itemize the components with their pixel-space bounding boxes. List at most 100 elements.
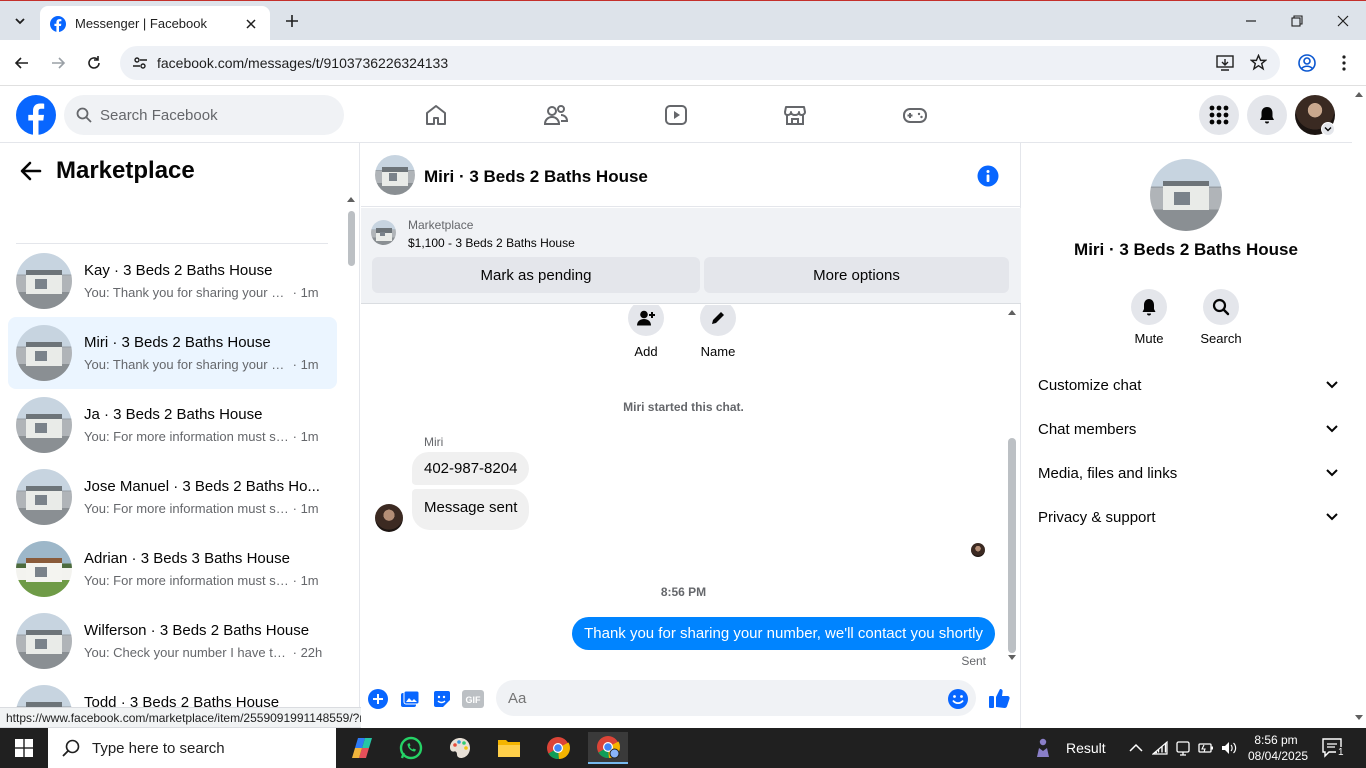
conversation-thumbnail bbox=[16, 541, 72, 597]
scroll-up-arrow-icon[interactable] bbox=[1355, 91, 1363, 97]
attach-photo-button[interactable] bbox=[399, 688, 421, 710]
chat-avatar[interactable] bbox=[375, 155, 415, 195]
forward-button[interactable] bbox=[44, 49, 72, 77]
more-actions-button[interactable] bbox=[367, 688, 389, 710]
thumbs-up-icon[interactable] bbox=[988, 686, 1010, 710]
bell-icon bbox=[1142, 299, 1156, 316]
customize-chat-row[interactable]: Customize chat bbox=[1038, 363, 1338, 407]
arrow-left-icon bbox=[14, 57, 28, 69]
message-scrollbar[interactable] bbox=[1006, 305, 1018, 675]
listing-thumbnail[interactable] bbox=[371, 220, 396, 245]
nav-watch[interactable] bbox=[661, 100, 691, 130]
nav-home[interactable] bbox=[421, 100, 451, 130]
scrollbar-thumb[interactable] bbox=[348, 211, 355, 266]
vpn-icon[interactable] bbox=[1175, 740, 1191, 756]
nav-gaming[interactable] bbox=[900, 100, 930, 130]
chevron-up-icon[interactable] bbox=[1128, 740, 1144, 756]
incoming-message[interactable]: 402-987-8204 bbox=[412, 452, 530, 485]
conversation-item-active[interactable]: Miri · 3 Beds 2 Baths House You: Thank y… bbox=[8, 317, 337, 389]
conversation-item[interactable]: Adrian · 3 Beds 3 Baths House You: For m… bbox=[8, 533, 337, 605]
conversation-preview: You: Thank you for sharing your n... · 1… bbox=[84, 357, 319, 372]
taskbar-clock[interactable]: 8:56 pm 08/04/2025 bbox=[1248, 732, 1308, 764]
whatsapp-app[interactable] bbox=[391, 732, 431, 764]
chat-members-row[interactable]: Chat members bbox=[1038, 407, 1338, 451]
mute-action[interactable]: Mute bbox=[1119, 289, 1179, 346]
facebook-search-input[interactable]: Search Facebook bbox=[64, 95, 344, 135]
notification-center-button[interactable]: 1 bbox=[1322, 738, 1346, 758]
listing-title[interactable]: $1,100 - 3 Beds 2 Baths House bbox=[408, 236, 575, 250]
restore-button[interactable] bbox=[1274, 1, 1320, 41]
chat-info-avatar[interactable] bbox=[1150, 159, 1222, 231]
account-caret-icon[interactable] bbox=[1321, 122, 1335, 136]
battery-icon[interactable] bbox=[1198, 740, 1214, 756]
arrow-right-icon bbox=[52, 57, 66, 69]
browser-tab[interactable]: Messenger | Facebook bbox=[40, 6, 270, 41]
reload-button[interactable] bbox=[80, 49, 108, 77]
name-chat-action[interactable]: Name bbox=[688, 305, 748, 359]
conversation-item[interactable]: Kay · 3 Beds 2 Baths House You: Thank yo… bbox=[8, 245, 337, 317]
conversation-item[interactable]: Ja · 3 Beds 2 Baths House You: For more … bbox=[8, 389, 337, 461]
message-input[interactable] bbox=[496, 680, 976, 716]
site-settings-icon[interactable] bbox=[132, 55, 148, 71]
palette-icon bbox=[450, 738, 470, 758]
profile-button[interactable] bbox=[1293, 49, 1321, 77]
start-button[interactable] bbox=[0, 728, 48, 768]
info-icon[interactable] bbox=[977, 165, 999, 187]
incoming-message[interactable]: Message sent bbox=[412, 489, 530, 530]
conversation-item[interactable]: Wilferson · 3 Beds 2 Baths House You: Ch… bbox=[8, 605, 337, 677]
more-options-button[interactable]: More options bbox=[704, 257, 1009, 293]
nav-friends[interactable] bbox=[541, 100, 571, 130]
install-app-icon[interactable] bbox=[1216, 55, 1234, 71]
taskbar-search-placeholder: Type here to search bbox=[92, 739, 225, 757]
back-arrow-icon[interactable] bbox=[20, 161, 42, 181]
folder-icon bbox=[498, 740, 520, 757]
browser-menu-button[interactable] bbox=[1330, 49, 1358, 77]
sticker-button[interactable] bbox=[431, 688, 453, 710]
back-button[interactable] bbox=[8, 49, 36, 77]
restore-icon bbox=[1291, 15, 1303, 27]
chrome-app[interactable] bbox=[538, 732, 578, 764]
new-tab-button[interactable] bbox=[280, 9, 304, 33]
scroll-down-arrow-icon[interactable] bbox=[1355, 715, 1363, 721]
conversation-thumbnail bbox=[16, 469, 72, 525]
chat-title[interactable]: Miri · 3 Beds 2 Baths House bbox=[424, 167, 648, 187]
address-bar[interactable]: facebook.com/messages/t/9103736226324133 bbox=[120, 46, 1280, 80]
file-explorer-app[interactable] bbox=[489, 732, 529, 764]
conversation-item[interactable]: Jose Manuel · 3 Beds 2 Baths Ho... You: … bbox=[8, 461, 337, 533]
conversation-preview: You: Check your number I have te... · 22… bbox=[84, 645, 322, 660]
minimize-button[interactable] bbox=[1228, 1, 1274, 41]
add-people-action[interactable]: Add bbox=[616, 305, 676, 359]
chrome-profile-app[interactable] bbox=[588, 732, 628, 764]
mark-as-pending-button[interactable]: Mark as pending bbox=[372, 257, 700, 293]
sender-name: Miri bbox=[424, 435, 444, 449]
volume-icon[interactable] bbox=[1221, 740, 1237, 756]
gif-button[interactable]: GIF bbox=[462, 688, 484, 710]
emoji-icon[interactable] bbox=[947, 688, 969, 710]
search-in-chat-action[interactable]: Search bbox=[1191, 289, 1251, 346]
notifications-button[interactable] bbox=[1247, 95, 1287, 135]
windows-logo-icon bbox=[15, 739, 33, 757]
sidebar-scrollbar[interactable] bbox=[347, 193, 355, 723]
tab-search-button[interactable] bbox=[6, 7, 34, 35]
page-scrollbar[interactable] bbox=[1352, 87, 1366, 728]
scrollbar-thumb[interactable] bbox=[1008, 438, 1016, 653]
sender-avatar[interactable] bbox=[375, 504, 403, 532]
menu-button[interactable] bbox=[1199, 95, 1239, 135]
wifi-icon[interactable] bbox=[1152, 740, 1168, 756]
bookmark-star-icon[interactable] bbox=[1250, 54, 1267, 71]
nav-marketplace[interactable] bbox=[780, 100, 810, 130]
scroll-up-arrow-icon[interactable] bbox=[347, 196, 355, 202]
close-tab-icon[interactable] bbox=[242, 15, 260, 33]
paint-app[interactable] bbox=[440, 732, 480, 764]
tray-result-widget[interactable]: Result bbox=[1034, 728, 1106, 768]
close-window-button[interactable] bbox=[1320, 1, 1366, 41]
scroll-up-arrow-icon[interactable] bbox=[1008, 309, 1016, 315]
scroll-down-arrow-icon[interactable] bbox=[1008, 655, 1016, 661]
media-files-links-row[interactable]: Media, files and links bbox=[1038, 451, 1338, 495]
name-label: Name bbox=[700, 344, 736, 359]
facebook-logo-icon[interactable] bbox=[16, 95, 56, 135]
taskbar-search[interactable]: Type here to search bbox=[48, 728, 336, 768]
privacy-support-row[interactable]: Privacy & support bbox=[1038, 495, 1338, 539]
copilot-app[interactable] bbox=[342, 732, 382, 764]
outgoing-message[interactable]: Thank you for sharing your number, we'll… bbox=[572, 617, 995, 650]
